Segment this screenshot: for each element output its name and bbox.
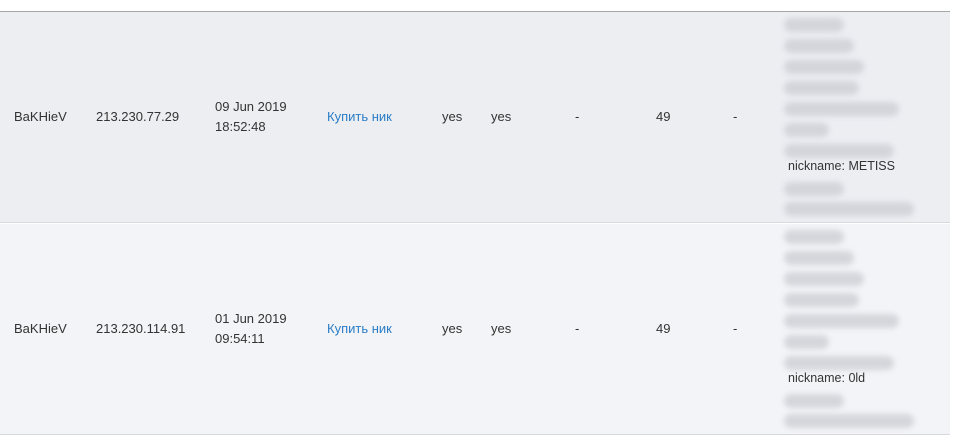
flag-1: yes	[442, 109, 463, 124]
empty-value: -	[733, 109, 738, 124]
empty-value: -	[733, 321, 738, 336]
date: 01 Jun 2019	[215, 311, 287, 326]
redacted-line	[784, 123, 829, 137]
blurred-info-column: nickname: 0ld	[780, 224, 930, 434]
table-row: BaKHieV 213.230.114.91 01 Jun 2019 09:54…	[0, 224, 950, 434]
row-divider	[0, 222, 950, 223]
redacted-line	[784, 102, 899, 116]
redacted-line	[784, 39, 854, 53]
datetime: 01 Jun 2019 09:54:11	[215, 309, 287, 349]
ip-address: 213.230.77.29	[96, 109, 180, 124]
table-row: BaKHieV 213.230.77.29 09 Jun 2019 18:52:…	[0, 12, 950, 222]
nickname-text: nickname: 0ld	[788, 371, 866, 385]
redacted-line	[784, 414, 914, 428]
time: 18:52:48	[215, 119, 266, 134]
flag-2: yes	[491, 109, 512, 124]
redacted-line	[784, 81, 859, 95]
redacted-line	[784, 144, 894, 158]
redacted-line	[784, 251, 854, 265]
row-divider	[0, 434, 950, 435]
player-name: BaKHieV	[14, 109, 67, 124]
nickname-text: nickname: METISS	[788, 159, 895, 173]
empty-value: -	[575, 109, 580, 124]
player-name: BaKHieV	[14, 321, 67, 336]
redacted-line	[784, 335, 829, 349]
redacted-line	[784, 60, 864, 74]
ip-address: 213.230.114.91	[96, 321, 186, 336]
redacted-line	[784, 18, 844, 32]
redacted-line	[784, 314, 899, 328]
empty-value: -	[575, 321, 580, 336]
redacted-line	[784, 230, 844, 244]
redacted-line	[784, 272, 864, 286]
redacted-line	[784, 356, 894, 370]
datetime: 09 Jun 2019 18:52:48	[215, 97, 287, 137]
redacted-line	[784, 394, 844, 408]
redacted-line	[784, 182, 844, 196]
redacted-line	[784, 293, 859, 307]
count-value: 49	[656, 109, 671, 124]
flag-1: yes	[442, 321, 463, 336]
redacted-line	[784, 202, 914, 216]
date: 09 Jun 2019	[215, 99, 287, 114]
flag-2: yes	[491, 321, 512, 336]
buy-nick-link[interactable]: Купить ник	[327, 107, 392, 127]
time: 09:54:11	[215, 331, 265, 346]
buy-nick-link[interactable]: Купить ник	[327, 319, 392, 339]
count-value: 49	[656, 321, 671, 336]
blurred-info-column: nickname: METISS	[780, 12, 930, 222]
